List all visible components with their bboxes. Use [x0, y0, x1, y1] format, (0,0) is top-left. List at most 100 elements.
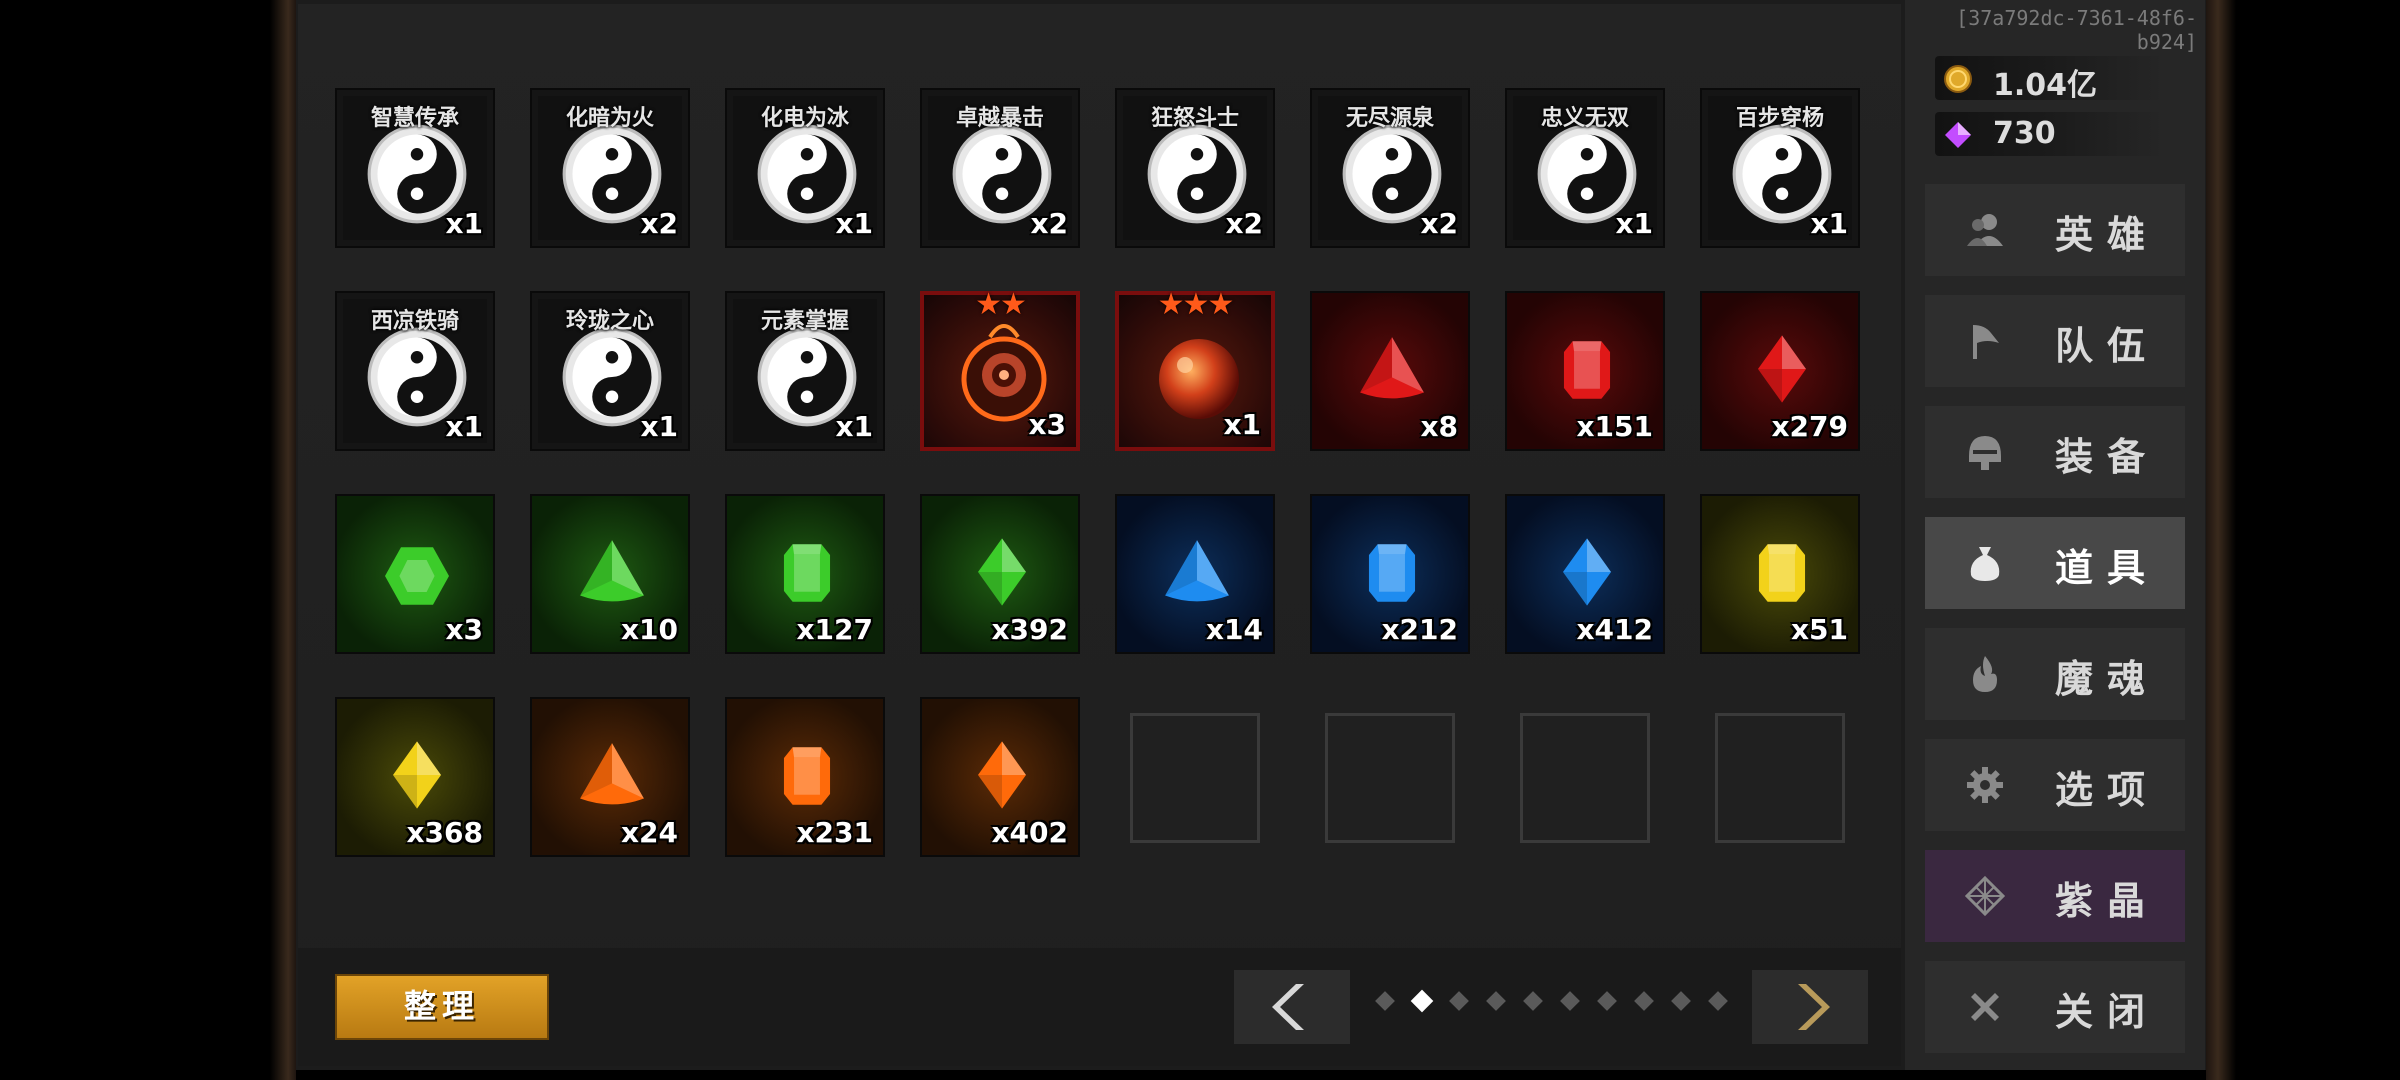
item-quantity: x2	[1225, 207, 1263, 240]
item-slot[interactable]: x14	[1115, 494, 1275, 654]
menu-amethyst[interactable]: 紫晶	[1925, 850, 2185, 942]
item-quantity: x1	[1615, 207, 1653, 240]
left-frame-edge	[270, 0, 296, 1080]
item-name: 西凉铁骑	[370, 309, 459, 334]
item-quantity: x231	[796, 816, 873, 849]
gold-balance: 1.04亿	[1935, 56, 2165, 103]
item-slot[interactable]: 无尽源泉 x2	[1310, 88, 1470, 248]
menu-label: 队伍	[2055, 324, 2160, 368]
helmet-icon	[1969, 436, 2001, 470]
item-quantity: x151	[1576, 410, 1653, 443]
item-slot[interactable]: x231	[725, 697, 885, 857]
item-name: 无尽源泉	[1345, 106, 1434, 131]
flame-icon	[1973, 656, 1997, 692]
item-quantity: x1	[1223, 408, 1261, 441]
item-quantity: x3	[1028, 408, 1066, 441]
item-name: 百步穿杨	[1735, 106, 1824, 131]
menu-label: 装备	[2055, 435, 2160, 479]
menu-label: 道具	[2055, 546, 2160, 590]
bag-icon	[1970, 547, 2000, 581]
item-slot[interactable]: 西凉铁骑 x1	[335, 291, 495, 451]
item-slot[interactable]: 化暗为火 x2	[530, 88, 690, 248]
item-slot[interactable]: x51	[1700, 494, 1860, 654]
item-slot[interactable]: x392	[920, 494, 1080, 654]
gem-balance: 730	[1935, 112, 2165, 156]
menu-options[interactable]: 选项	[1925, 739, 2185, 831]
empty-slot[interactable]	[1715, 713, 1845, 843]
item-slot[interactable]: x212	[1310, 494, 1470, 654]
menu-label: 关闭	[2055, 990, 2160, 1034]
item-quantity: x2	[1420, 207, 1458, 240]
item-slot[interactable]: x402	[920, 697, 1080, 857]
item-slot[interactable]: x127	[725, 494, 885, 654]
heroes-icon	[1967, 214, 2003, 246]
item-slot[interactable]: ★★ x3	[920, 287, 1080, 451]
item-slot[interactable]: x8	[1310, 291, 1470, 451]
item-quantity: x1	[1810, 207, 1848, 240]
item-quantity: x2	[640, 207, 678, 240]
gear-icon	[1967, 767, 2003, 803]
gem-value: 730	[1993, 116, 2056, 151]
star-rating: ★★	[975, 287, 1027, 322]
next-page-button[interactable]	[1752, 970, 1868, 1044]
menu-items[interactable]: 道具	[1925, 517, 2185, 609]
menu-heroes[interactable]: 英雄	[1925, 184, 2185, 276]
item-slot[interactable]: ★★★ x1	[1115, 287, 1275, 451]
gold-coin-icon	[1944, 65, 1972, 93]
item-slot[interactable]: 元素掌握 x1	[725, 291, 885, 451]
chevron-right-icon	[1798, 984, 1830, 1030]
menu-equipment[interactable]: 装备	[1925, 406, 2185, 498]
item-name: 玲珑之心	[565, 309, 654, 334]
item-slot[interactable]: 化电为冰 x1	[725, 88, 885, 248]
item-quantity: x51	[1790, 613, 1848, 646]
close-icon	[1971, 993, 1999, 1021]
item-quantity: x1	[445, 207, 483, 240]
prev-page-button[interactable]	[1234, 970, 1350, 1044]
item-slot[interactable]: 忠义无双 x1	[1505, 88, 1665, 248]
menu-label: 魔魂	[2055, 657, 2160, 701]
item-quantity: x412	[1576, 613, 1653, 646]
item-quantity: x402	[991, 816, 1068, 849]
item-quantity: x1	[445, 410, 483, 443]
item-name: 狂怒斗士	[1150, 106, 1239, 131]
sort-button[interactable]: 整理	[335, 974, 549, 1040]
item-slot[interactable]: x412	[1505, 494, 1665, 654]
menu-label: 紫晶	[2055, 879, 2160, 923]
item-quantity: x1	[835, 410, 873, 443]
item-quantity: x1	[640, 410, 678, 443]
item-slot[interactable]: x368	[335, 697, 495, 857]
flag-icon	[1973, 325, 1999, 359]
item-quantity: x279	[1771, 410, 1848, 443]
item-quantity: x368	[406, 816, 483, 849]
item-name: 化暗为火	[565, 106, 654, 131]
empty-slot[interactable]	[1520, 713, 1650, 843]
empty-slot[interactable]	[1130, 713, 1260, 843]
item-name: 卓越暴击	[955, 106, 1044, 131]
menu-label: 英雄	[2055, 213, 2160, 257]
item-slot[interactable]: x279	[1700, 291, 1860, 451]
item-slot[interactable]: 狂怒斗士 x2	[1115, 88, 1275, 248]
item-slot[interactable]: x10	[530, 494, 690, 654]
item-slot[interactable]: 智慧传承 x1	[335, 88, 495, 248]
item-quantity: x3	[445, 613, 483, 646]
item-quantity: x24	[620, 816, 678, 849]
item-name: 忠义无双	[1540, 106, 1629, 131]
item-slot[interactable]: x24	[530, 697, 690, 857]
menu-demon-soul[interactable]: 魔魂	[1925, 628, 2185, 720]
item-name: 化电为冰	[760, 106, 849, 131]
item-slot[interactable]: x3	[335, 494, 495, 654]
item-slot[interactable]: 百步穿杨 x1	[1700, 88, 1860, 248]
menu-close[interactable]: 关闭	[1925, 961, 2185, 1053]
right-frame-edge	[2206, 0, 2236, 1080]
item-slot[interactable]: 卓越暴击 x2	[920, 88, 1080, 248]
item-slot[interactable]: x151	[1505, 291, 1665, 451]
item-quantity: x127	[796, 613, 873, 646]
purple-gem-icon	[1945, 122, 1971, 148]
item-slot[interactable]: 玲珑之心 x1	[530, 291, 690, 451]
menu-team[interactable]: 队伍	[1925, 295, 2185, 387]
item-quantity: x10	[620, 613, 678, 646]
item-quantity: x1	[835, 207, 873, 240]
item-quantity: x8	[1420, 410, 1458, 443]
empty-slot[interactable]	[1325, 713, 1455, 843]
gold-value: 1.04亿	[1993, 68, 2098, 103]
